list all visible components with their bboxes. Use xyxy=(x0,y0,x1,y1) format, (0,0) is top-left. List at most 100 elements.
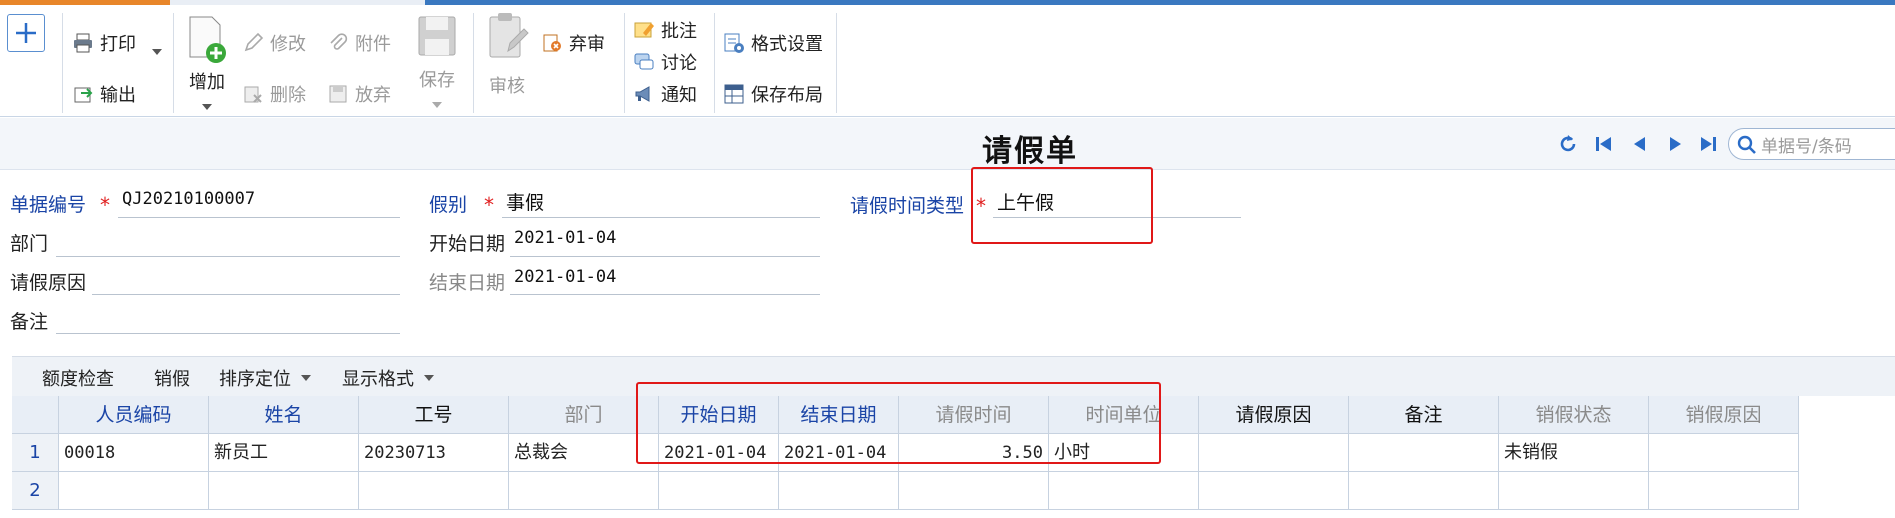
delete-label: 删除 xyxy=(270,85,306,106)
delete-button[interactable]: 删除 xyxy=(242,79,306,109)
column-header[interactable]: 开始日期 xyxy=(659,396,779,434)
column-header[interactable]: 销假原因 xyxy=(1649,396,1799,434)
discuss-button[interactable]: 讨论 xyxy=(633,47,697,77)
abandon-audit-button[interactable]: 弃审 xyxy=(541,28,605,58)
plus-icon xyxy=(16,23,36,43)
time-type-field[interactable]: 上午假 xyxy=(997,188,1054,215)
column-header[interactable]: 部门 xyxy=(509,396,659,434)
table-cell[interactable] xyxy=(1349,434,1499,472)
discard-icon xyxy=(329,85,347,103)
format-settings-button[interactable]: 格式设置 xyxy=(723,28,823,58)
chevron-down-icon xyxy=(301,375,311,381)
printer-icon xyxy=(74,33,92,53)
attach-button[interactable]: 附件 xyxy=(327,28,391,58)
add-dropdown-caret[interactable] xyxy=(202,104,212,110)
dept-field[interactable] xyxy=(56,226,400,256)
table-cell[interactable] xyxy=(1049,472,1199,510)
next-record-icon[interactable] xyxy=(1663,132,1687,156)
column-header[interactable]: 结束日期 xyxy=(779,396,899,434)
start-date-field[interactable]: 2021-01-04 xyxy=(514,228,616,248)
new-plus-button[interactable] xyxy=(7,14,45,52)
table-cell[interactable] xyxy=(1199,434,1349,472)
table-cell[interactable] xyxy=(1499,472,1649,510)
save-button[interactable]: 保存 xyxy=(412,13,462,113)
table-cell[interactable]: 小时 xyxy=(1049,434,1199,472)
clipboard-pen-icon xyxy=(489,13,529,58)
annotate-label: 批注 xyxy=(661,21,697,42)
floppy-disk-icon xyxy=(418,16,456,56)
search-icon xyxy=(1737,135,1756,154)
cancel-leave-button[interactable]: 销假 xyxy=(154,365,190,391)
required-marker: * xyxy=(976,194,986,218)
modify-button[interactable]: 修改 xyxy=(242,28,306,58)
table-cell[interactable] xyxy=(509,472,659,510)
table-cell[interactable]: 2021-01-04 xyxy=(659,434,779,472)
end-date-label: 结束日期 xyxy=(429,272,506,294)
column-header[interactable]: 时间单位 xyxy=(1049,396,1199,434)
discard-button[interactable]: 放弃 xyxy=(327,79,391,109)
table-cell[interactable] xyxy=(1199,472,1349,510)
field-underline xyxy=(510,294,820,295)
table-cell[interactable] xyxy=(209,472,359,510)
column-header[interactable]: 请假时间 xyxy=(899,396,1049,434)
table-cell[interactable]: 00018 xyxy=(59,434,209,472)
print-dropdown-caret[interactable] xyxy=(152,40,162,60)
table-cell[interactable] xyxy=(779,472,899,510)
format-settings-label: 格式设置 xyxy=(751,34,823,55)
table-cell[interactable]: 20230713 xyxy=(359,434,509,472)
discuss-label: 讨论 xyxy=(661,53,697,74)
column-header[interactable]: 工号 xyxy=(359,396,509,434)
first-record-icon[interactable] xyxy=(1592,132,1616,156)
table-cell[interactable] xyxy=(59,472,209,510)
sort-locate-button[interactable]: 排序定位 xyxy=(219,365,311,391)
reason-field[interactable] xyxy=(92,265,400,295)
column-header[interactable]: 备注 xyxy=(1349,396,1499,434)
display-format-label: 显示格式 xyxy=(342,369,414,390)
leave-type-field[interactable]: 事假 xyxy=(506,188,544,215)
previous-record-icon[interactable] xyxy=(1628,132,1652,156)
table-cell[interactable] xyxy=(1349,472,1499,510)
toolbar-divider xyxy=(173,13,174,113)
remark-field[interactable] xyxy=(56,304,400,334)
export-icon xyxy=(74,87,93,103)
column-header[interactable]: 请假原因 xyxy=(1199,396,1349,434)
chevron-down-icon xyxy=(424,375,434,381)
display-format-button[interactable]: 显示格式 xyxy=(342,365,434,391)
doc-no-field[interactable]: QJ20210100007 xyxy=(122,189,255,209)
save-label: 保存 xyxy=(419,70,455,91)
discard-label: 放弃 xyxy=(355,85,391,106)
format-settings-icon xyxy=(724,33,744,53)
annotate-button[interactable]: 批注 xyxy=(633,15,697,45)
last-record-icon[interactable] xyxy=(1696,132,1720,156)
search-placeholder: 单据号/条码 xyxy=(1761,136,1852,157)
table-cell[interactable]: 总裁会 xyxy=(509,434,659,472)
save-dropdown-caret[interactable] xyxy=(432,102,442,108)
reason-label: 请假原因 xyxy=(10,272,87,294)
table-cell[interactable]: 2021-01-04 xyxy=(779,434,899,472)
save-layout-button[interactable]: 保存布局 xyxy=(723,79,823,109)
column-header[interactable]: 人员编码 xyxy=(59,396,209,434)
quota-check-button[interactable]: 额度检查 xyxy=(42,365,114,391)
table-cell[interactable] xyxy=(899,472,1049,510)
notify-button[interactable]: 通知 xyxy=(633,79,697,109)
search-input[interactable]: 单据号/条码 xyxy=(1728,128,1895,160)
dept-label: 部门 xyxy=(10,233,49,255)
table-cell[interactable]: 未销假 xyxy=(1499,434,1649,472)
field-underline xyxy=(118,217,400,218)
table-cell[interactable] xyxy=(1649,472,1799,510)
column-header[interactable]: 姓名 xyxy=(209,396,359,434)
table-cell[interactable] xyxy=(359,472,509,510)
pencil-icon xyxy=(244,32,264,52)
table-cell[interactable] xyxy=(1649,434,1799,472)
column-header[interactable]: 销假状态 xyxy=(1499,396,1649,434)
table-cell[interactable]: 新员工 xyxy=(209,434,359,472)
audit-button[interactable]: 审核 xyxy=(482,11,532,98)
table-cell[interactable]: 3.50 xyxy=(899,434,1049,472)
row-number: 1 xyxy=(12,434,59,472)
export-button[interactable]: 输出 xyxy=(72,79,136,109)
add-button[interactable]: 增加 xyxy=(182,13,232,115)
end-date-field[interactable]: 2021-01-04 xyxy=(514,267,616,287)
refresh-icon[interactable] xyxy=(1556,132,1580,156)
print-button[interactable]: 打印 xyxy=(72,28,136,58)
table-cell[interactable] xyxy=(659,472,779,510)
